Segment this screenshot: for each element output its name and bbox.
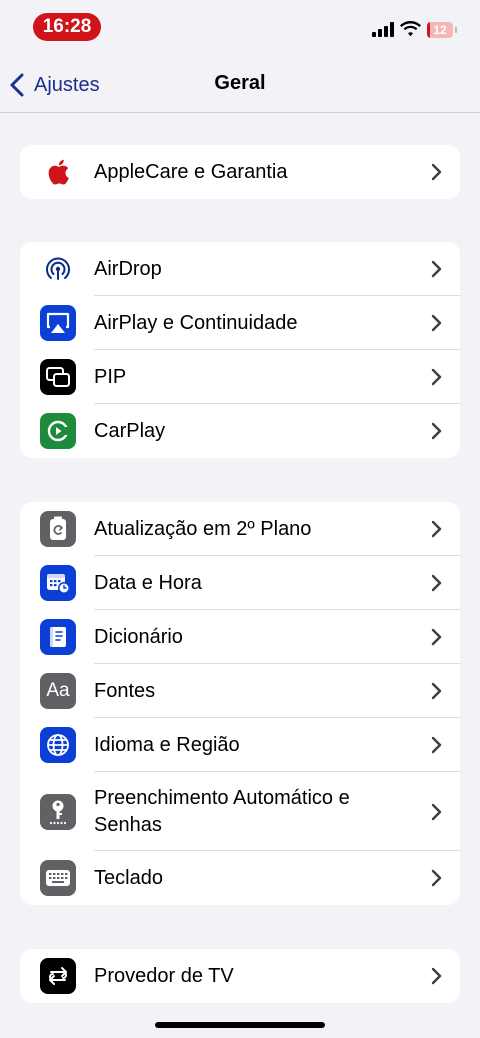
row-date-time[interactable]: Data e Hora — [20, 556, 460, 610]
airplay-icon — [40, 305, 76, 341]
page-title: Geral — [214, 72, 266, 94]
chevron-right-icon — [431, 422, 442, 440]
row-label: AirPlay e Continuidade — [94, 311, 298, 334]
wifi-icon — [400, 21, 421, 37]
tv-provider-icon — [40, 958, 76, 994]
row-label: Teclado — [94, 866, 163, 889]
row-label: Atualização em 2º Plano — [94, 517, 312, 540]
row-tv-provider[interactable]: Provedor de TV — [20, 949, 460, 1003]
chevron-right-icon — [431, 967, 442, 985]
chevron-right-icon — [431, 368, 442, 386]
chevron-right-icon — [431, 520, 442, 538]
settings-group-connectivity: AirDrop AirPlay e Continuidade PIP CarPl… — [20, 242, 460, 458]
row-label: PIP — [94, 365, 127, 388]
globe-icon — [40, 727, 76, 763]
background-refresh-icon — [40, 511, 76, 547]
row-label: AppleCare e Garantia — [94, 160, 288, 183]
chevron-right-icon — [431, 628, 442, 646]
row-pip[interactable]: PIP — [20, 350, 460, 404]
fonts-icon: Aa — [40, 673, 76, 709]
row-label: AirDrop — [94, 257, 162, 280]
dictionary-icon — [40, 619, 76, 655]
row-airplay[interactable]: AirPlay e Continuidade — [20, 296, 460, 350]
status-time[interactable]: 16:28 — [33, 13, 101, 41]
picture-in-picture-icon — [40, 359, 76, 395]
airdrop-icon — [40, 251, 76, 287]
battery-tip — [455, 27, 457, 33]
chevron-right-icon — [431, 260, 442, 278]
row-label: Provedor de TV — [94, 964, 234, 987]
row-autofill-passwords[interactable]: Preenchimento Automático e Senhas — [20, 772, 460, 851]
carplay-icon — [40, 413, 76, 449]
cellular-signal-icon — [372, 22, 394, 37]
row-label: Preenchimento Automático e Senhas — [94, 786, 350, 836]
settings-group-tv-provider: Provedor de TV — [20, 949, 460, 1003]
row-label: Data e Hora — [94, 571, 202, 594]
battery-level: 12 — [433, 23, 447, 37]
chevron-right-icon — [431, 682, 442, 700]
chevron-right-icon — [431, 869, 442, 887]
row-keyboard[interactable]: Teclado — [20, 851, 460, 905]
navigation-bar: Ajustes Geral — [0, 56, 480, 113]
calendar-clock-icon — [40, 565, 76, 601]
chevron-right-icon — [431, 163, 442, 181]
row-airdrop[interactable]: AirDrop — [20, 242, 460, 296]
row-language-region[interactable]: Idioma e Região — [20, 718, 460, 772]
row-applecare[interactable]: AppleCare e Garantia — [20, 145, 460, 199]
status-bar: 16:28 12 — [0, 0, 480, 56]
battery-indicator: 12 — [427, 22, 453, 38]
chevron-right-icon — [431, 314, 442, 332]
chevron-right-icon — [431, 574, 442, 592]
apple-logo-icon — [40, 154, 76, 190]
row-label: Fontes — [94, 679, 156, 702]
row-carplay[interactable]: CarPlay — [20, 404, 460, 458]
chevron-right-icon — [431, 803, 442, 820]
row-dictionary[interactable]: Dicionário — [20, 610, 460, 664]
row-label: CarPlay — [94, 419, 166, 442]
row-label: Idioma e Região — [94, 733, 240, 756]
keyboard-icon — [40, 860, 76, 896]
home-indicator[interactable] — [155, 1022, 325, 1028]
row-fonts[interactable]: Aa Fontes — [20, 664, 460, 718]
chevron-right-icon — [431, 736, 442, 754]
settings-group-system: Atualização em 2º Plano Data e Hora Dici… — [20, 502, 460, 905]
row-label: Dicionário — [94, 625, 183, 648]
settings-group-applecare: AppleCare e Garantia — [20, 145, 460, 199]
key-icon — [40, 793, 76, 830]
row-background-refresh[interactable]: Atualização em 2º Plano — [20, 502, 460, 556]
